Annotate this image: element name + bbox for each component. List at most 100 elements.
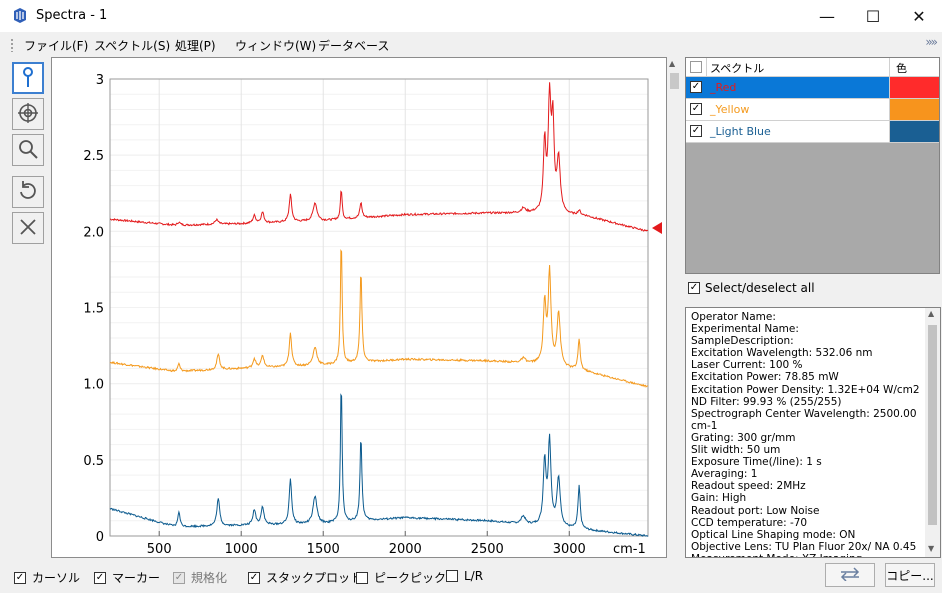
chart-grid: [110, 78, 648, 537]
spectrum-row-red[interactable]: ✓ _Red: [686, 77, 939, 99]
option-normalize-checkbox: ✓: [173, 571, 185, 584]
spectrum-plot[interactable]: cm-1 0 0.5 1.0 1.5 2.0 2.5 3 500 1000 1500 2000 250…: [51, 57, 667, 558]
maximize-button[interactable]: ☐: [850, 0, 896, 32]
x-tick-label: 1000: [225, 542, 258, 557]
app-icon: [13, 8, 27, 23]
info-line: cm-1: [691, 419, 718, 432]
option-stack-plot-label: スタックプロット: [266, 571, 363, 585]
spectrum-line-lightblue: [109, 393, 649, 537]
info-line: Excitation Power: 78.85 mW: [691, 371, 839, 384]
menu-window[interactable]: ウィンドウ(W): [235, 37, 316, 54]
info-line: Optical Line Shaping mode: ON: [691, 528, 856, 541]
select-all-option[interactable]: ✓ Select/deselect all: [688, 281, 815, 295]
close-button[interactable]: ✕: [896, 0, 942, 32]
scroll-up-icon[interactable]: ▲: [928, 309, 934, 318]
refresh-button[interactable]: [825, 563, 875, 587]
plot-vertical-scrollbar[interactable]: ▲: [667, 57, 682, 558]
info-line: Operator Name:: [691, 311, 776, 323]
y-tick-label: 3: [96, 73, 104, 88]
spectrum-name: _Yellow: [710, 103, 750, 116]
info-scroll-thumb[interactable]: [928, 325, 937, 525]
spectrum-row-light-blue[interactable]: ✓ _Light Blue: [686, 121, 939, 143]
x-tick-label: 2500: [471, 542, 504, 557]
spectrum-checkbox[interactable]: ✓: [690, 125, 702, 137]
scroll-up-icon[interactable]: ▲: [669, 59, 675, 68]
option-cursor-label: カーソル: [32, 571, 81, 585]
undo-icon: [17, 180, 39, 205]
menu-grip[interactable]: [10, 38, 14, 52]
crosshair-tool-button[interactable]: [12, 98, 44, 130]
option-marker[interactable]: ✓ マーカー: [94, 569, 160, 586]
option-lr[interactable]: L/R: [446, 569, 483, 583]
color-swatch[interactable]: [889, 77, 939, 98]
info-line: Exposure Time(/line): 1 s: [691, 456, 822, 469]
menu-overflow-icon[interactable]: »»: [925, 35, 938, 49]
option-cursor-checkbox[interactable]: ✓: [14, 571, 26, 584]
spectrum-line-yellow: [109, 249, 649, 388]
info-line: Slit width: 50 um: [691, 444, 781, 457]
header-check-cell: [690, 61, 702, 73]
clear-tool-button[interactable]: [12, 212, 44, 244]
window-title: Spectra - 1: [36, 8, 108, 23]
option-marker-label: マーカー: [112, 571, 161, 585]
menu-spectrum[interactable]: スペクトル(S): [94, 37, 170, 54]
menu-database[interactable]: データベース: [318, 37, 389, 54]
scroll-down-icon[interactable]: ▼: [928, 544, 934, 553]
spectrum-name: _Red: [710, 81, 737, 94]
color-swatch[interactable]: [889, 121, 939, 142]
spectrum-checkbox[interactable]: ✓: [690, 103, 702, 115]
option-cursor[interactable]: ✓ カーソル: [14, 569, 80, 586]
x-axis-label: cm-1: [613, 542, 646, 557]
option-peak-pick-checkbox[interactable]: [356, 571, 368, 584]
series-marker-arrow-icon[interactable]: [650, 221, 664, 235]
option-stack-plot-checkbox[interactable]: ✓: [248, 571, 260, 584]
info-line: Excitation Power Density: 1.32E+04 W/cm2: [691, 383, 920, 396]
info-line: Grating: 300 gr/mm: [691, 431, 796, 444]
option-stack-plot[interactable]: ✓ スタックプロット: [248, 569, 362, 586]
option-lr-label: L/R: [464, 569, 484, 583]
spectra-list[interactable]: スペクトル 色 ✓ _Red ✓ _Yellow ✓ _Light Blue: [685, 57, 940, 274]
color-swatch[interactable]: [889, 99, 939, 120]
spectrum-chart[interactable]: cm-1 0 0.5 1.0 1.5 2.0 2.5 3 500 1000 1500 2000 250…: [52, 58, 666, 557]
spectrum-checkbox[interactable]: ✓: [690, 81, 702, 93]
spectrum-row-yellow[interactable]: ✓ _Yellow: [686, 99, 939, 121]
info-scrollbar[interactable]: ▲ ▼: [925, 308, 940, 557]
option-normalize-label: 規格化: [191, 571, 228, 585]
y-tick-label: 1.0: [83, 378, 104, 393]
column-color-header[interactable]: 色: [896, 60, 907, 76]
select-all-checkbox[interactable]: ✓: [688, 282, 700, 294]
info-line: Experimental Name:: [691, 323, 799, 336]
option-peak-pick-label: ピークピック: [374, 571, 447, 585]
spectrum-line-red: [110, 82, 649, 232]
info-line: CCD temperature: -70: [691, 516, 808, 529]
swap-arrows-icon: [838, 566, 862, 584]
info-line: SampleDescription:: [691, 335, 794, 348]
minimize-button[interactable]: —: [804, 0, 850, 32]
option-lr-checkbox[interactable]: [446, 570, 458, 582]
copy-button[interactable]: コピー...: [885, 563, 935, 587]
cursor-tool-button[interactable]: [12, 62, 44, 94]
x-tick-label: 500: [147, 542, 172, 557]
menu-file[interactable]: ファイル(F): [24, 37, 88, 54]
close-x-icon: [18, 217, 38, 240]
zoom-tool-button[interactable]: [12, 134, 44, 166]
y-tick-label: 2.5: [83, 149, 104, 164]
chart-series: [109, 82, 649, 537]
spectra-list-header: スペクトル 色: [686, 58, 939, 77]
y-tick-label: 1.5: [83, 302, 104, 317]
menu-process[interactable]: 処理(P): [175, 37, 216, 54]
column-spectrum-header[interactable]: スペクトル: [710, 60, 764, 76]
option-peak-pick[interactable]: ピークピック: [356, 569, 446, 586]
info-line: Readout speed: 2MHz: [691, 480, 806, 493]
info-line: Gain: High: [691, 492, 747, 505]
x-tick-label: 2000: [389, 542, 422, 557]
option-marker-checkbox[interactable]: ✓: [94, 571, 106, 584]
cursor-pin-icon: [19, 66, 37, 91]
measurement-info-panel[interactable]: Operator Name: Experimental Name: SampleDe…: [685, 307, 941, 558]
info-line: ND Filter: 99.93 % (255/255): [691, 395, 842, 408]
info-line: Spectrograph Center Wavelength: 2500.00: [691, 407, 917, 420]
scroll-thumb[interactable]: [670, 73, 679, 89]
reset-tool-button[interactable]: [12, 176, 44, 208]
crosshair-icon: [17, 102, 39, 127]
option-normalize: ✓ 規格化: [173, 569, 227, 586]
